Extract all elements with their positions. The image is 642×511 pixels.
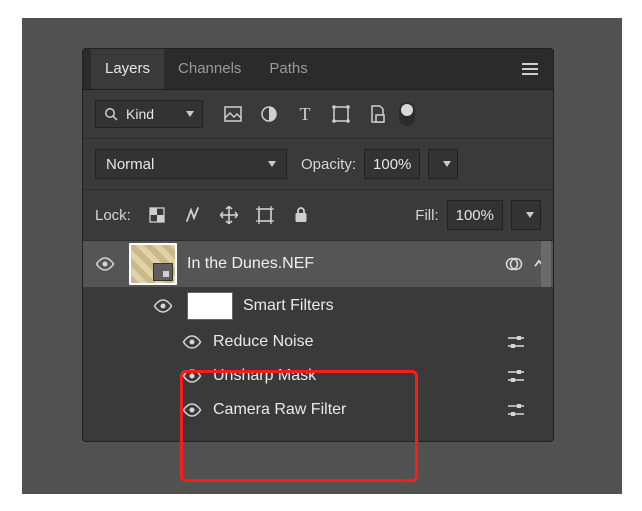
filter-name: Reduce Noise (213, 333, 495, 351)
panel-tabs: Layers Channels Paths (83, 49, 553, 90)
filter-toggle[interactable] (399, 102, 415, 126)
tab-layers[interactable]: Layers (91, 49, 164, 89)
lock-row: Lock: Fill: 100% (83, 190, 553, 240)
lock-transparent-icon[interactable] (147, 205, 167, 225)
kind-filter-dropdown[interactable] (95, 100, 203, 128)
filter-row: T (83, 90, 553, 139)
opacity-stepper[interactable] (428, 149, 458, 179)
visibility-toggle[interactable] (91, 257, 119, 271)
chevron-down-icon (443, 161, 451, 167)
filter-mask-thumbnail[interactable] (187, 292, 233, 320)
panel-menu-icon[interactable] (515, 58, 545, 80)
chevron-down-icon (526, 212, 534, 218)
visibility-toggle[interactable] (179, 335, 205, 349)
canvas-backdrop: Layers Channels Paths T (22, 18, 622, 494)
tab-channels[interactable]: Channels (164, 49, 255, 89)
fill-value[interactable]: 100% (447, 200, 503, 230)
blend-mode-value: Normal (106, 156, 154, 173)
blending-options-icon[interactable] (503, 369, 529, 383)
visibility-toggle[interactable] (179, 403, 205, 417)
layers-panel: Layers Channels Paths T (82, 48, 554, 442)
chevron-down-icon (268, 161, 276, 167)
visibility-toggle[interactable] (149, 299, 177, 313)
layer-row[interactable]: In the Dunes.NEF (83, 241, 553, 287)
lock-all-icon[interactable] (291, 205, 311, 225)
lock-label: Lock: (95, 207, 131, 224)
smart-filter-item[interactable]: Camera Raw Filter (83, 393, 553, 427)
filter-name: Unsharp Mask (213, 367, 495, 385)
smart-filter-item[interactable]: Unsharp Mask (83, 359, 553, 393)
blending-options-icon[interactable] (503, 403, 529, 417)
adjustment-layer-icon[interactable] (259, 104, 279, 124)
lock-image-icon[interactable] (183, 205, 203, 225)
smart-filters-row[interactable]: Smart Filters (83, 287, 553, 325)
smart-filters-icon[interactable] (505, 255, 523, 273)
scrollbar[interactable] (541, 241, 551, 287)
image-layer-icon[interactable] (223, 104, 243, 124)
search-icon (104, 107, 118, 121)
lock-position-icon[interactable] (219, 205, 239, 225)
fill-stepper[interactable] (511, 200, 541, 230)
filter-name: Camera Raw Filter (213, 401, 495, 419)
lock-artboard-icon[interactable] (255, 205, 275, 225)
blending-options-icon[interactable] (503, 335, 529, 349)
kind-filter-label (124, 105, 172, 123)
layer-name[interactable]: In the Dunes.NEF (187, 255, 495, 273)
opacity-label: Opacity: (301, 156, 356, 173)
smart-filter-item[interactable]: Reduce Noise (83, 325, 553, 359)
blend-row: Normal Opacity: 100% (83, 139, 553, 190)
shape-layer-icon[interactable] (331, 104, 351, 124)
type-layer-icon[interactable]: T (295, 104, 315, 124)
tab-paths[interactable]: Paths (255, 49, 321, 89)
fill-label: Fill: (415, 207, 438, 224)
layer-thumbnail[interactable] (129, 243, 177, 285)
chevron-down-icon (186, 111, 194, 117)
smart-object-icon[interactable] (367, 104, 387, 124)
layer-list: In the Dunes.NEF Smart Filters (83, 240, 553, 441)
filter-type-icons: T (223, 104, 387, 124)
opacity-value[interactable]: 100% (364, 149, 420, 179)
visibility-toggle[interactable] (179, 369, 205, 383)
blend-mode-dropdown[interactable]: Normal (95, 149, 287, 179)
smart-filters-label: Smart Filters (243, 297, 334, 315)
